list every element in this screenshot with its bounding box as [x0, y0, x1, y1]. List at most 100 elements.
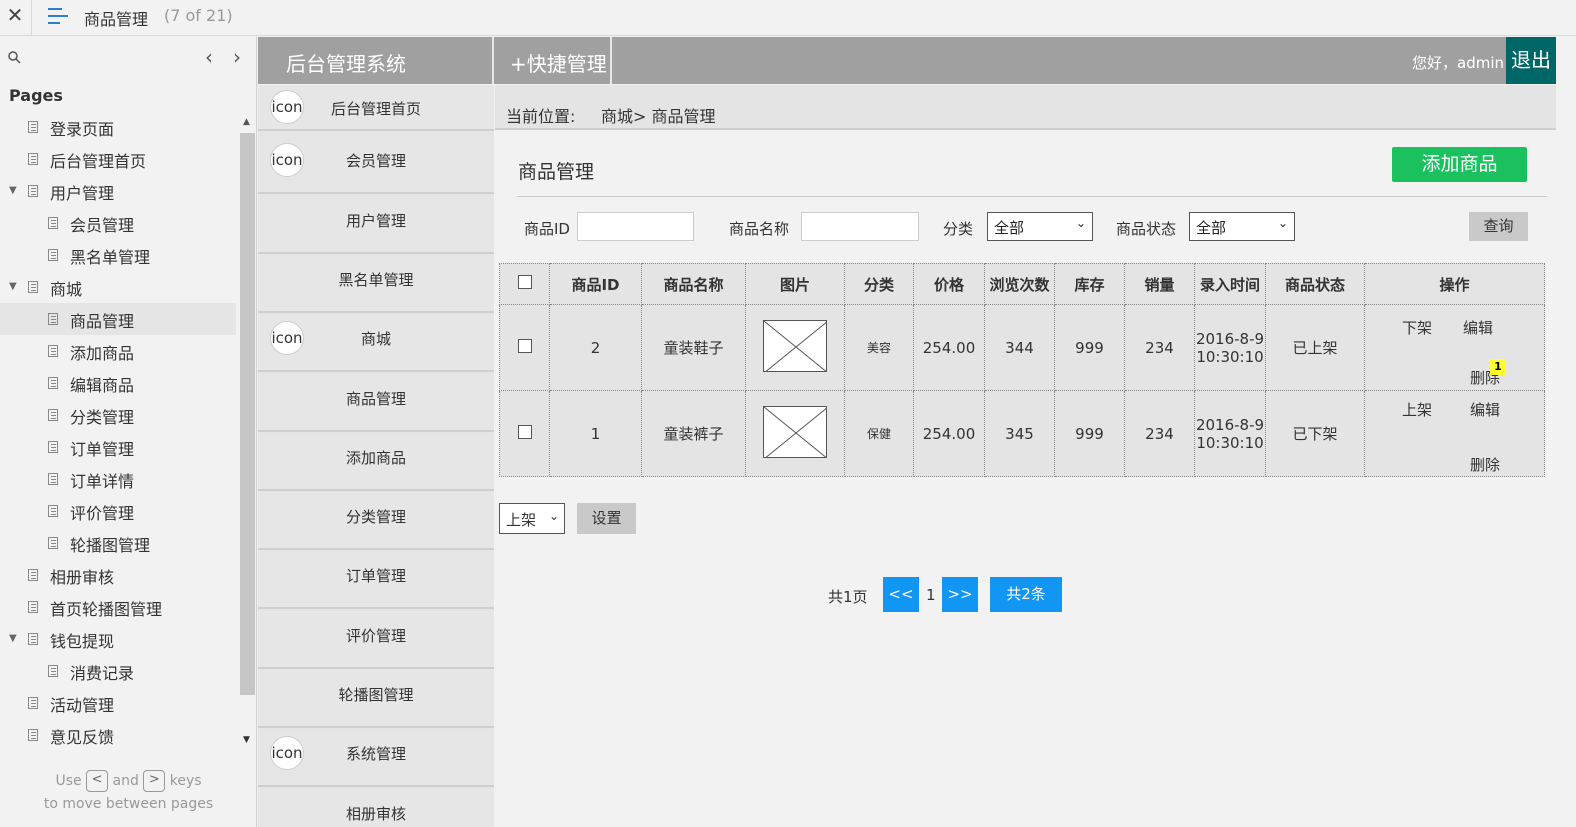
quick-menu[interactable]: +快捷管理 — [494, 37, 612, 84]
breadcrumb: 当前位置: 商城> 商品管理 — [495, 85, 1556, 130]
edit-link[interactable]: 编辑 — [1470, 399, 1500, 420]
breadcrumb-label: 当前位置: — [506, 107, 576, 126]
status-select[interactable]: 全部 ⌄ — [1189, 212, 1295, 241]
expand-arrow-icon[interactable]: ▼ — [9, 281, 17, 292]
page-item-label: 活动管理 — [50, 696, 115, 715]
toggle-shelf-link[interactable]: 上架 — [1402, 399, 1432, 420]
col-header: 操作 — [1364, 263, 1545, 305]
page-item-label: 消费记录 — [70, 664, 135, 683]
product-id-input[interactable] — [577, 212, 694, 241]
page-item[interactable]: 订单管理 — [0, 431, 236, 463]
page-item[interactable]: 轮播图管理 — [0, 527, 236, 559]
row-checkbox[interactable] — [517, 338, 532, 353]
page-doc-icon — [28, 729, 38, 741]
page-item[interactable]: ▼ 商城 — [0, 271, 236, 303]
page-item-label: 轮播图管理 — [70, 536, 151, 555]
cell-price: 254.00 — [913, 390, 985, 477]
product-name-input[interactable] — [801, 212, 919, 241]
scroll-down-icon[interactable]: ▼ — [243, 735, 250, 745]
nav-item[interactable]: 用户管理 — [258, 195, 494, 254]
page-item-label: 分类管理 — [70, 408, 135, 427]
query-button[interactable]: 查询 — [1469, 212, 1528, 241]
chevron-down-icon: ⌄ — [1277, 216, 1288, 230]
row-select-cell — [499, 390, 550, 477]
page-item[interactable]: 活动管理 — [0, 687, 236, 719]
page-item[interactable]: 分类管理 — [0, 399, 236, 431]
nav-item[interactable]: 分类管理 — [258, 492, 494, 551]
row-checkbox[interactable] — [517, 424, 532, 439]
select-all-checkbox[interactable] — [517, 275, 532, 289]
page-item[interactable]: 商品管理 — [0, 303, 236, 335]
cell-stock: 999 — [1054, 390, 1125, 477]
nav-item[interactable]: icon 商城 — [258, 314, 494, 373]
col-header: 浏览次数 — [984, 263, 1055, 305]
nav-item[interactable]: icon 后台管理首页 — [258, 85, 494, 131]
search-icon[interactable] — [8, 51, 21, 64]
toggle-shelf-link[interactable]: 下架 — [1402, 317, 1432, 338]
product-name-label: 商品名称 — [729, 220, 790, 238]
nav-item[interactable]: 黑名单管理 — [258, 254, 494, 313]
hint-line2: to move between pages — [43, 796, 214, 812]
page-item[interactable]: 编辑商品 — [0, 367, 236, 399]
nav-item[interactable]: icon 会员管理 — [258, 136, 494, 195]
page-item[interactable]: 评价管理 — [0, 495, 236, 527]
image-placeholder-icon — [763, 319, 827, 372]
menu-icon[interactable] — [48, 8, 68, 26]
expand-arrow-icon[interactable]: ▼ — [9, 633, 17, 644]
logout-button[interactable]: 退出 — [1506, 37, 1556, 84]
page-item[interactable]: 登录页面 — [0, 111, 236, 143]
nav-item-label: 会员管理 — [345, 152, 406, 171]
delete-link[interactable]: 删除 — [1470, 454, 1500, 475]
next-page-button[interactable]: >> — [942, 577, 978, 612]
chevron-down-icon: ⌄ — [1075, 216, 1086, 230]
page-item[interactable]: 会员管理 — [0, 207, 236, 239]
nav-item[interactable]: 评价管理 — [258, 610, 494, 669]
category-select[interactable]: 全部 ⌄ — [987, 212, 1093, 241]
nav-item[interactable]: 轮播图管理 — [258, 670, 494, 728]
nav-item[interactable]: 商品管理 — [258, 373, 494, 432]
page-doc-icon — [48, 473, 58, 485]
page-item-label: 登录页面 — [50, 120, 115, 139]
status-label: 商品状态 — [1116, 220, 1177, 238]
close-icon[interactable]: ✕ — [6, 3, 24, 27]
col-header: 分类 — [844, 263, 914, 305]
scrollbar[interactable] — [240, 133, 255, 695]
page-item[interactable]: 订单详情 — [0, 463, 236, 495]
main-content: 商品管理 添加商品 商品ID 商品名称 分类 全部 ⌄ 商品状态 全部 ⌄ 查询… — [495, 131, 1556, 827]
page-doc-icon — [48, 665, 58, 677]
total-items-button[interactable]: 共2条 — [990, 577, 1062, 612]
cell-id: 2 — [549, 304, 642, 391]
nav-item[interactable]: 订单管理 — [258, 551, 494, 610]
cell-name: 童装裤子 — [641, 390, 746, 477]
current-page[interactable]: 1 — [926, 586, 936, 604]
nav-item[interactable]: icon 系统管理 — [258, 729, 494, 788]
page-item[interactable]: 添加商品 — [0, 335, 236, 367]
cell-sales: 234 — [1124, 390, 1195, 477]
page-item[interactable]: 意见反馈 — [0, 719, 236, 751]
page-item[interactable]: 首页轮播图管理 — [0, 591, 236, 623]
add-product-button[interactable]: 添加商品 — [1392, 147, 1527, 182]
page-item[interactable]: ▼ 钱包提现 — [0, 623, 236, 655]
edit-link[interactable]: 编辑 — [1463, 317, 1493, 338]
set-button[interactable]: 设置 — [577, 503, 636, 534]
bulk-action-select[interactable]: 上架 ⌄ — [499, 503, 565, 534]
page-item[interactable]: 相册审核 — [0, 559, 236, 591]
hint-keys: keys — [169, 773, 202, 789]
page-item[interactable]: 后台管理首页 — [0, 143, 236, 175]
nav-item[interactable]: 相册审核 — [258, 788, 494, 827]
annotation-badge: 1 — [1490, 359, 1506, 375]
next-page-icon[interactable]: › — [233, 45, 241, 69]
page-item[interactable]: ▼ 用户管理 — [0, 175, 236, 207]
page-title: 商品管理 — [84, 10, 149, 29]
page-item[interactable]: 消费记录 — [0, 655, 236, 687]
page-item[interactable]: 黑名单管理 — [0, 239, 236, 271]
expand-arrow-icon[interactable]: ▼ — [9, 185, 17, 196]
nav-item-label: 订单管理 — [345, 567, 406, 586]
cell-actions: 下架 编辑 删除 1 — [1364, 304, 1545, 391]
image-placeholder-icon — [763, 405, 827, 458]
nav-item[interactable]: 添加商品 — [258, 432, 494, 491]
divider — [31, 0, 32, 36]
prev-page-icon[interactable]: ‹ — [205, 45, 213, 69]
prev-page-button[interactable]: << — [883, 577, 919, 612]
scroll-up-icon[interactable]: ▲ — [243, 117, 250, 127]
